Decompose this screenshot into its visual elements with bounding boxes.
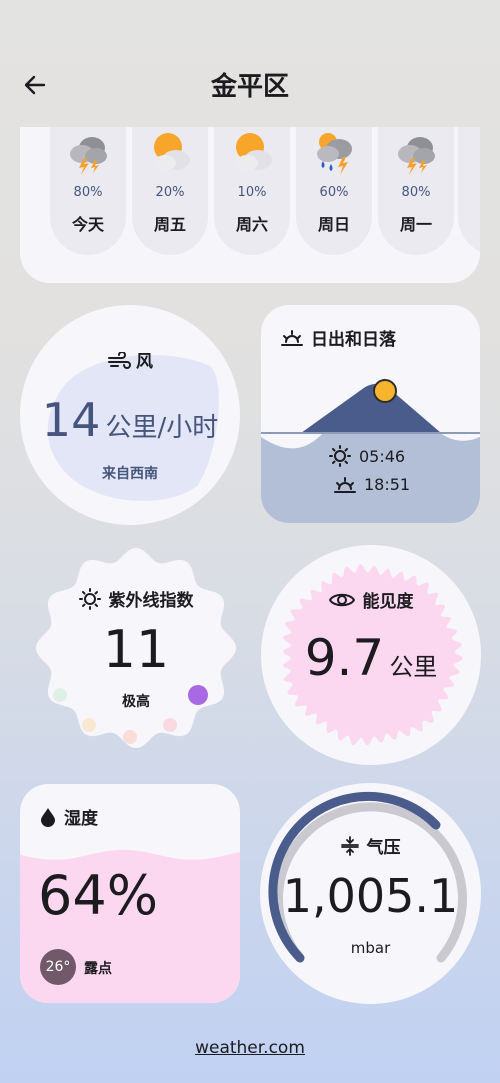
- dew-point-badge: 26°: [40, 949, 76, 985]
- rain-thunder-icon: [317, 133, 352, 175]
- day-name: 周五: [153, 215, 186, 234]
- dew-point-label: 露点: [84, 961, 112, 977]
- uv-scale-dot: [82, 718, 96, 732]
- eye-icon: [328, 593, 355, 606]
- humidity-card[interactable]: 湿度 64% 26° 露点: [20, 784, 240, 1003]
- sunrise-icon: [281, 329, 303, 346]
- uv-scale-dot-active: [188, 685, 208, 705]
- sunset-time: 18:51: [364, 475, 411, 494]
- forecast-day-partial[interactable]: [458, 127, 480, 255]
- uv-index-card[interactable]: 紫外线指数 11 极高: [36, 548, 236, 748]
- visibility-value: 9.7 公里: [261, 629, 481, 687]
- pressure-unit: mbar: [350, 939, 391, 957]
- forecast-day[interactable]: 80% 周一: [378, 127, 454, 255]
- day-name: 周六: [235, 215, 268, 234]
- visibility-label: 能见度: [261, 587, 481, 612]
- partly-cloudy-icon: [236, 133, 272, 171]
- day-name: 周日: [317, 215, 350, 234]
- precip-chance: 20%: [155, 185, 185, 200]
- precip-chance: 60%: [319, 185, 349, 200]
- uv-value: 11: [102, 620, 170, 680]
- forecast-day[interactable]: 20% 周五: [132, 127, 208, 255]
- compress-icon: [340, 835, 359, 856]
- sunset-icon: [334, 476, 356, 493]
- precip-chance: 10%: [237, 185, 267, 200]
- forecast-day[interactable]: 10% 周六: [214, 127, 290, 255]
- thunderstorm-icon: [70, 137, 107, 175]
- sunrise-label: 日出和日落: [281, 325, 396, 350]
- wind-label: 风: [20, 347, 240, 374]
- top-bar: 金平区: [0, 60, 500, 108]
- sunrise-time: 05:46: [359, 446, 406, 466]
- sunset-time-row: 18:51: [334, 475, 410, 494]
- wind-speed-unit: 公里/小时: [105, 413, 219, 443]
- forecast-day[interactable]: 80% 今天: [50, 127, 126, 255]
- visibility-number: 9.7: [304, 629, 385, 687]
- wind-speed: 14 公里/小时: [20, 393, 240, 447]
- humidity-value: 64%: [38, 864, 159, 927]
- page-title: 金平区: [210, 72, 289, 102]
- uv-scale-dot: [163, 718, 177, 732]
- sunrise-sunset-card[interactable]: 日出和日落 05:46 18:51: [261, 305, 480, 523]
- thunderstorm-icon: [398, 137, 435, 175]
- precip-chance: 80%: [401, 185, 431, 200]
- sun-icon: [78, 587, 101, 610]
- pressure-label: 气压: [260, 833, 481, 858]
- source-link[interactable]: weather.com: [0, 1038, 500, 1058]
- visibility-unit: 公里: [389, 653, 438, 681]
- wind-icon: [107, 350, 131, 374]
- uv-label: 紫外线指数: [36, 586, 236, 611]
- uv-scale-dot: [53, 688, 67, 702]
- wind-card[interactable]: 风 14 公里/小时 来自西南: [20, 305, 240, 525]
- forecast-day[interactable]: 60% 周日: [296, 127, 372, 255]
- day-name: 周一: [399, 215, 432, 234]
- water-drop-icon: [41, 807, 55, 827]
- visibility-card[interactable]: 能见度 9.7 公里: [261, 545, 481, 765]
- day-name: 今天: [71, 215, 104, 234]
- daily-forecast-card[interactable]: 80% 今天 20% 周五 10% 周六 60% 周日 80% 周一: [20, 127, 480, 283]
- pressure-card[interactable]: 气压 1,005.1 mbar: [260, 783, 481, 1004]
- wind-direction: 来自西南: [102, 466, 158, 482]
- sun-icon: [329, 445, 351, 467]
- uv-scale-dot: [123, 730, 137, 744]
- wind-speed-value: 14: [41, 393, 101, 447]
- sunrise-time-row: 05:46: [329, 445, 405, 467]
- pressure-value: 1,005.1: [282, 869, 459, 923]
- partly-cloudy-icon: [154, 133, 190, 171]
- precip-chance: 80%: [73, 185, 103, 200]
- humidity-label: 湿度: [40, 804, 98, 829]
